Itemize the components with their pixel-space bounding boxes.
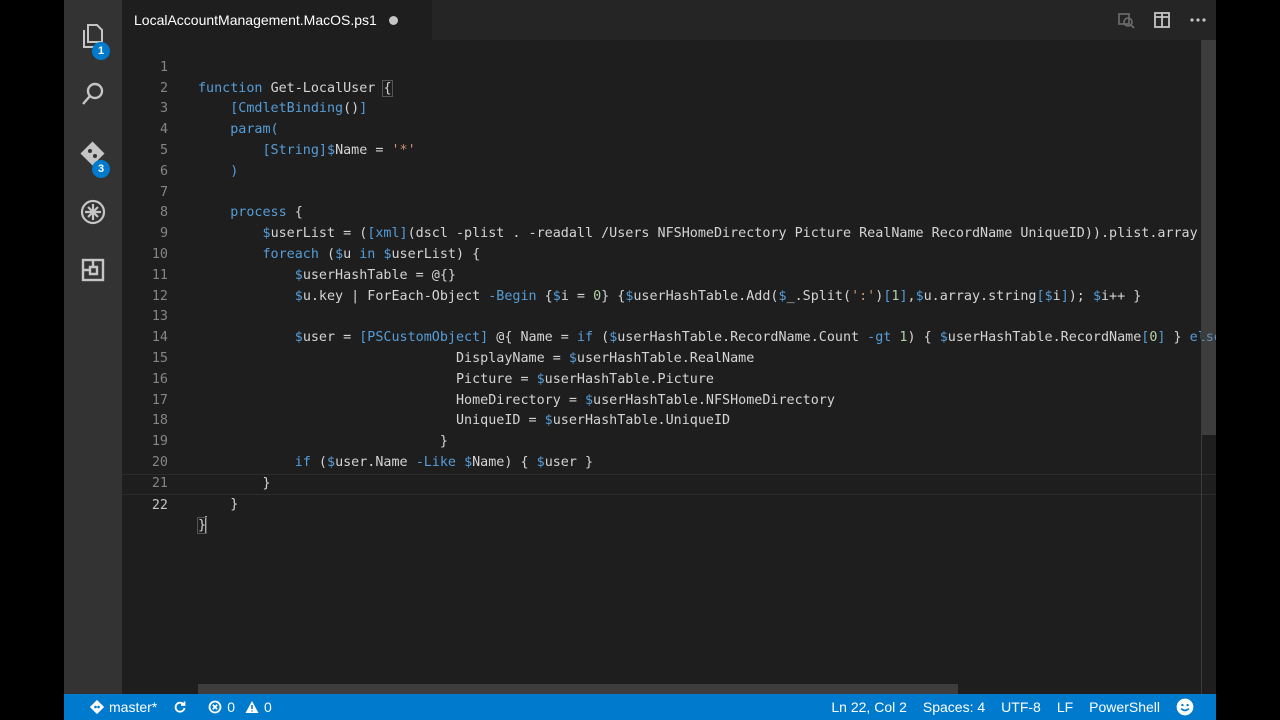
open-changes-icon [1118,13,1135,29]
debug-icon [80,199,106,225]
code-line: 16 HomeDirectory = $userHashTable.NFSHom… [122,349,1216,408]
encoding-label: UTF-8 [1001,699,1041,715]
code-line-current: 22 } [122,473,1216,535]
code-line: 4 [String]$Name = '*' [122,99,1216,158]
extensions-icon [81,258,105,282]
eol-selector[interactable]: LF [1049,694,1081,720]
ellipsis-icon [1190,18,1206,22]
vertical-scrollbar-thumb[interactable] [1202,40,1216,435]
cursor-position-label: Ln 22, Col 2 [831,699,907,715]
branch-name: master* [109,699,158,715]
debug-button[interactable] [64,188,122,236]
tab-bar: LocalAccountManagement.MacOS.ps1 [122,0,1216,40]
status-bar: master* 0 0 Ln 22, Col 2 Spaces: 4 UTF-8… [64,694,1216,720]
code-line: 17 UniqueID = $userHashTable.UniqueID [122,370,1216,429]
open-changes-button[interactable] [1108,0,1144,40]
code-line: 2 [CmdletBinding()] [122,58,1216,117]
split-editor-icon [1154,12,1170,28]
sync-icon [174,701,186,713]
code-line: 21 } [122,453,1216,512]
indentation-selector[interactable]: Spaces: 4 [915,694,993,720]
code-line: 19 if ($user.Name -Like $Name) { $user } [122,411,1216,470]
unsaved-dot-icon[interactable] [388,15,398,25]
code-line: 14 DisplayName = $userHashTable.RealName [122,307,1216,366]
tab-title: LocalAccountManagement.MacOS.ps1 [134,12,377,28]
explorer-button[interactable]: 1 [64,12,122,60]
language-label: PowerShell [1089,699,1160,715]
horizontal-scrollbar-thumb[interactable] [198,684,958,694]
git-branch-icon [90,700,104,714]
vertical-scrollbar[interactable] [1202,40,1216,694]
code-line: 20 } [122,432,1216,491]
error-icon [208,700,222,714]
branch-indicator[interactable]: master* [82,694,165,720]
cursor-position[interactable]: Ln 22, Col 2 [823,694,915,720]
warning-icon [245,701,259,713]
code-line: 15 Picture = $userHashTable.Picture [122,328,1216,387]
code-line: 7 process { [122,162,1216,221]
code-line: 13 $user = [PSCustomObject] @{ Name = if… [122,287,1216,345]
code-editor[interactable]: 1 function Get-LocalUser { 2 [CmdletBind… [122,40,1216,694]
encoding-selector[interactable]: UTF-8 [993,694,1049,720]
code-line: 5 ) [122,120,1216,179]
language-mode-selector[interactable]: PowerShell [1081,694,1168,720]
text-cursor [205,516,208,535]
code-line: 8 $userList = ([xml](dscl -plist . -read… [122,183,1216,241]
tab-localaccountmanagement[interactable]: LocalAccountManagement.MacOS.ps1 [122,0,432,40]
eol-label: LF [1056,699,1074,715]
search-icon [82,82,104,105]
code-line: 18 } [122,391,1216,449]
indentation-label: Spaces: 4 [922,699,986,715]
extensions-button[interactable] [64,246,122,294]
scm-badge: 3 [92,160,110,178]
sync-button[interactable] [165,694,200,720]
source-control-button[interactable]: 3 [64,130,122,178]
code-line: 3 param( [122,79,1216,137]
split-editor-button[interactable] [1144,0,1180,40]
error-count: 0 [227,699,236,715]
code-line: 10 $userHashTable = @{} [122,224,1216,283]
line-number: 22 [151,497,168,513]
feedback-button[interactable] [1168,694,1202,720]
problems-indicator[interactable]: 0 0 [200,694,280,720]
code-line: 11 $u.key | ForEach-Object -Begin {$i = … [122,245,1216,304]
vscode-window: 1 3 LocalAccountManagement.MacOS.ps1 1 f… [64,0,1216,720]
more-actions-button[interactable] [1180,0,1216,40]
code-line: 9 foreach ($u in $userList) { [122,203,1216,262]
code-line: 1 function Get-LocalUser { [122,40,1216,97]
warning-count: 0 [264,699,272,715]
code-line: 6 [122,141,1216,179]
search-button[interactable] [64,70,122,118]
editor-actions [1108,0,1216,40]
activity-bar: 1 3 [64,0,122,694]
code-line: 12 [122,266,1216,304]
explorer-badge: 1 [92,42,110,60]
smiley-icon [1176,698,1194,716]
